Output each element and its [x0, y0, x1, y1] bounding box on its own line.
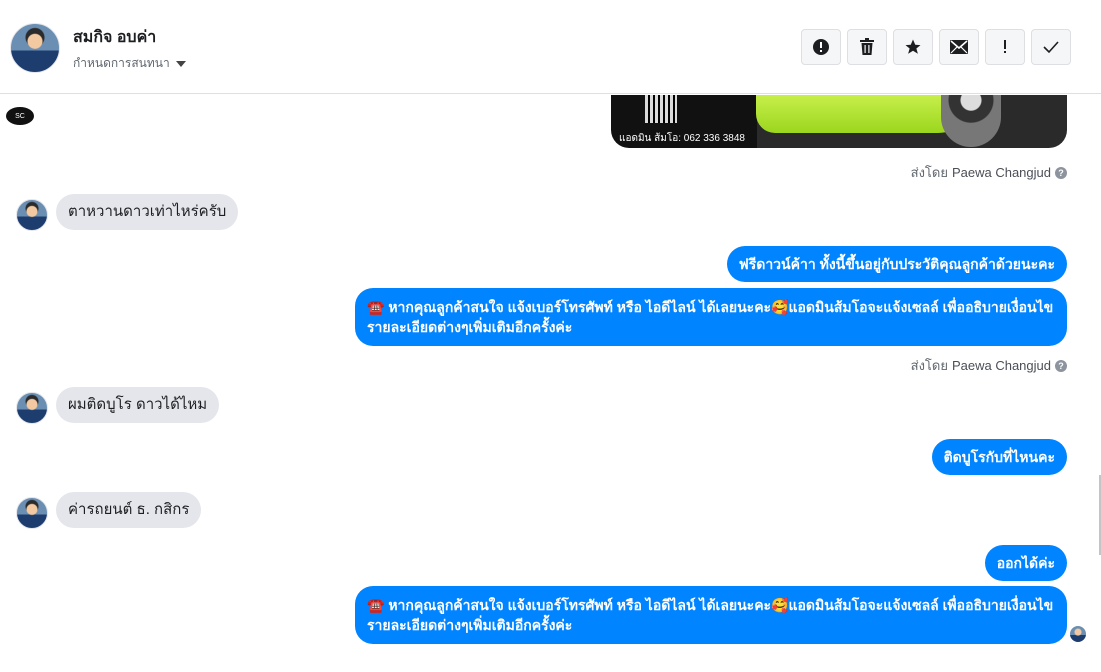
outgoing-message: ฟรีดาวน์ค้าา ทั้งนี้ขึ้นอยู่กับประวัติคุ…: [726, 246, 1067, 282]
shared-image-attachment[interactable]: แอดมิน ส้มโอ: 062 336 3848: [611, 95, 1067, 148]
done-button[interactable]: [1031, 29, 1071, 65]
image-caption: แอดมิน ส้มโอ: 062 336 3848: [619, 133, 745, 144]
envelope-icon: [950, 40, 968, 54]
trash-icon: [860, 38, 874, 55]
outgoing-message: ☎️ หากคุณลูกค้าสนใจ แจ้งเบอร์โทรศัพท์ หร…: [355, 288, 1067, 346]
delete-button[interactable]: [847, 29, 887, 65]
exclamation-icon: [1004, 40, 1006, 53]
important-button[interactable]: [985, 29, 1025, 65]
sent-by-text: ส่งโดย: [910, 165, 948, 180]
outgoing-message: ติดบูโรกับที่ไหนคะ: [931, 439, 1067, 475]
car-wheel: [941, 95, 1001, 147]
help-icon[interactable]: ?: [1055, 166, 1067, 179]
incoming-message: ผมติดบูโร ดาวได้ไหม: [56, 387, 220, 423]
page-logo: SC: [6, 107, 34, 125]
alert-circle-icon: [813, 39, 829, 55]
agent-name[interactable]: Paewa Changjud: [952, 358, 1051, 373]
message-thread[interactable]: SC แอดมิน ส้มโอ: 062 336 3848 ส่งโดย Pae…: [0, 95, 1101, 672]
contact-avatar-small[interactable]: [16, 199, 48, 231]
help-icon[interactable]: ?: [1055, 359, 1067, 372]
star-icon: [905, 39, 921, 54]
conversation-settings-label: กำหนดการสนทนา: [73, 56, 170, 70]
sent-by-label: ส่งโดย Paewa Changjud ?: [911, 355, 1067, 376]
agent-name[interactable]: Paewa Changjud: [952, 165, 1051, 180]
contact-avatar-small[interactable]: [16, 392, 48, 424]
caret-down-icon: [175, 60, 186, 67]
contact-name[interactable]: สมกิจ อบค่า: [73, 25, 156, 50]
contact-avatar[interactable]: [10, 23, 60, 73]
conversation-header: สมกิจ อบค่า กำหนดการสนทนา: [0, 0, 1101, 94]
conversation-toolbar: [801, 29, 1071, 65]
sent-by-label: ส่งโดย Paewa Changjud ?: [911, 162, 1067, 183]
read-receipt-avatar: [1070, 626, 1086, 642]
star-button[interactable]: [893, 29, 933, 65]
incoming-message: ตาหวานดาวเท่าไหร่ครับ: [56, 194, 239, 230]
check-icon: [1043, 41, 1059, 54]
outgoing-message: ออกได้ค่ะ: [984, 545, 1067, 581]
sent-by-text: ส่งโดย: [910, 358, 948, 373]
qr-code: [645, 95, 677, 123]
conversation-settings-dropdown[interactable]: กำหนดการสนทนา: [73, 54, 186, 73]
spam-button[interactable]: [801, 29, 841, 65]
incoming-message: ค่ารถยนต์ ธ. กสิกร: [56, 492, 202, 528]
outgoing-message: ☎️ หากคุณลูกค้าสนใจ แจ้งเบอร์โทรศัพท์ หร…: [355, 586, 1067, 644]
mark-unread-button[interactable]: [939, 29, 979, 65]
contact-avatar-small[interactable]: [16, 497, 48, 529]
